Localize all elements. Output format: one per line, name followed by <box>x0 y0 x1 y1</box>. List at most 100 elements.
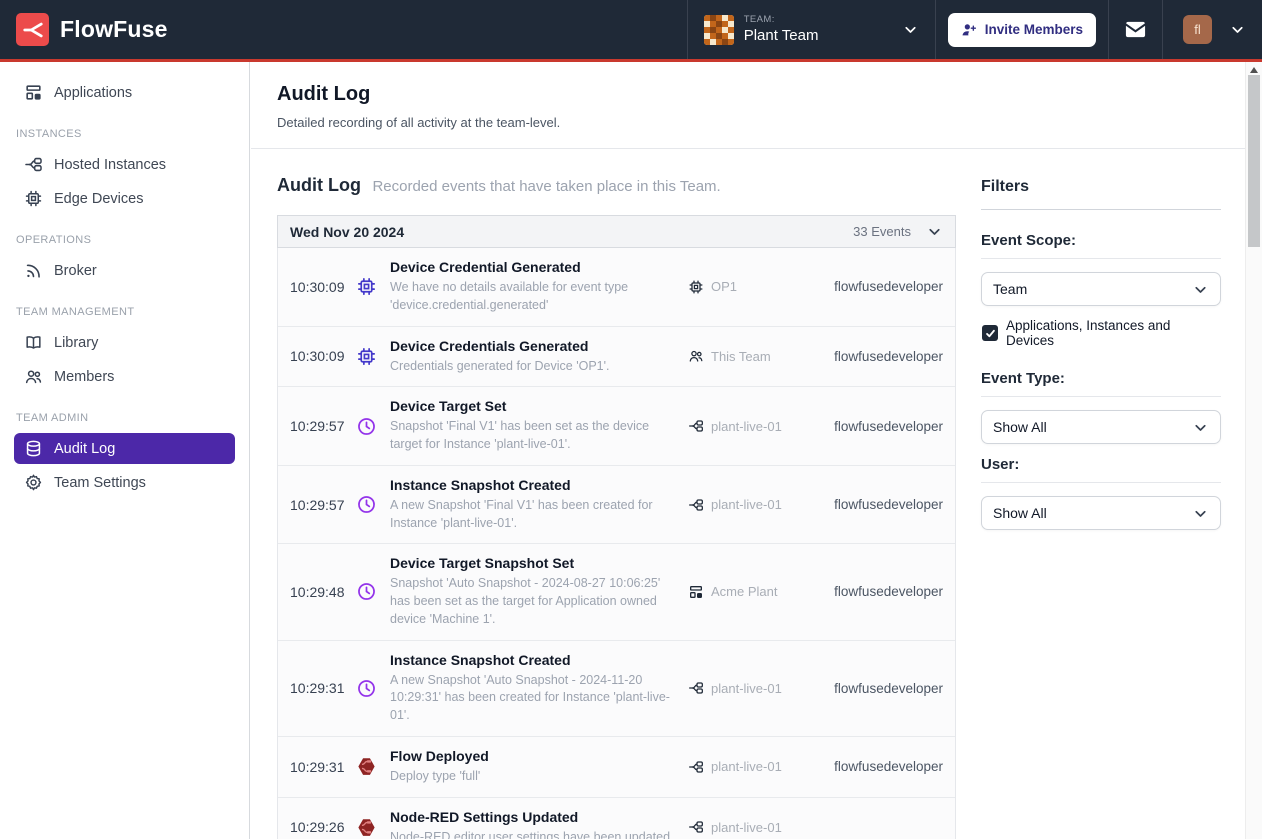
notifications-button[interactable] <box>1108 0 1162 59</box>
event-scope-label: plant-live-01 <box>711 497 782 512</box>
avatar: fl <box>1183 15 1212 44</box>
event-description: Snapshot 'Final V1' has been set as the … <box>390 418 676 454</box>
event-time: 10:29:57 <box>290 418 356 434</box>
sidebar-item-label: Team Settings <box>54 475 146 491</box>
event-description: Credentials generated for Device 'OP1'. <box>390 358 676 376</box>
page-header: Audit Log Detailed recording of all acti… <box>251 62 1245 149</box>
event-title: Instance Snapshot Created <box>390 477 676 493</box>
event-scope-label: This Team <box>711 349 771 364</box>
event-scope-label: plant-live-01 <box>711 759 782 774</box>
sidebar-item-audit-log[interactable]: Audit Log <box>14 433 235 464</box>
event-type-select[interactable]: Show All <box>981 410 1221 444</box>
sidebar-item-members[interactable]: Members <box>14 361 235 392</box>
envelope-icon <box>1124 18 1147 41</box>
user-menu[interactable]: fl <box>1162 0 1262 59</box>
sidebar-section-heading: OPERATIONS <box>16 234 233 246</box>
audit-event-row: 10:30:09Device Credentials GeneratedCred… <box>278 327 955 388</box>
event-time: 10:29:48 <box>290 584 356 600</box>
navbar-right: TEAM: Plant Team Invite Members fl <box>687 0 1262 59</box>
chevron-down-icon <box>902 21 919 38</box>
instance-icon <box>688 759 704 775</box>
nodered-event-icon <box>356 817 390 838</box>
event-title: Device Target Set <box>390 398 676 414</box>
event-time: 10:29:31 <box>290 759 356 775</box>
event-time: 10:29:26 <box>290 819 356 835</box>
gear-icon <box>24 473 43 492</box>
instance-icon <box>688 418 704 434</box>
book-icon <box>24 333 43 352</box>
event-scope: plant-live-01 <box>688 759 834 775</box>
checkbox-label: Applications, Instances and Devices <box>1006 318 1221 348</box>
event-title: Device Target Snapshot Set <box>390 555 676 571</box>
chevron-down-icon <box>1229 21 1246 38</box>
audit-event-row: 10:30:09Device Credential GeneratedWe ha… <box>278 248 955 327</box>
event-scope-label: Acme Plant <box>711 584 777 599</box>
template-icon <box>24 83 43 102</box>
audit-event-row: 10:29:26Node-RED Settings UpdatedNode-RE… <box>278 798 955 839</box>
audit-event-row: 10:29:31Instance Snapshot CreatedA new S… <box>278 641 955 737</box>
vertical-scrollbar[interactable] <box>1245 62 1262 839</box>
clock-event-icon <box>356 494 390 515</box>
sidebar-item-edge-devices[interactable]: Edge Devices <box>14 183 235 214</box>
chip-event-icon <box>356 276 390 297</box>
audit-event-row: 10:29:57Instance Snapshot CreatedA new S… <box>278 466 955 545</box>
sidebar-item-applications[interactable]: Applications <box>14 77 235 108</box>
sidebar-item-team-settings[interactable]: Team Settings <box>14 467 235 498</box>
invite-members-button[interactable]: Invite Members <box>948 13 1096 47</box>
checkbox-checked-icon[interactable] <box>982 325 998 341</box>
sidebar-item-hosted-instances[interactable]: Hosted Instances <box>14 149 235 180</box>
event-user: flowfusedeveloper <box>834 279 943 294</box>
instance-icon <box>688 819 704 835</box>
broker-icon <box>24 261 43 280</box>
event-user: flowfusedeveloper <box>834 497 943 512</box>
group-date: Wed Nov 20 2024 <box>290 224 404 240</box>
audit-log-panel: Audit Log Recorded events that have take… <box>277 175 956 839</box>
event-user: flowfusedeveloper <box>834 419 943 434</box>
team-name: Plant Team <box>744 26 892 46</box>
sidebar-item-library[interactable]: Library <box>14 327 235 358</box>
sidebar-item-label: Edge Devices <box>54 191 143 207</box>
users-icon <box>24 367 43 386</box>
flowfuse-logo-icon <box>16 13 49 46</box>
sidebar-item-broker[interactable]: Broker <box>14 255 235 286</box>
filters-title: Filters <box>981 178 1221 210</box>
audit-event-row: 10:29:31Flow DeployedDeploy type 'full'p… <box>278 737 955 798</box>
instance-icon <box>688 680 704 696</box>
event-scope-label: plant-live-01 <box>711 681 782 696</box>
team-selector[interactable]: TEAM: Plant Team <box>687 0 935 59</box>
scroll-up-arrow-icon[interactable] <box>1250 67 1258 73</box>
event-scope-label: plant-live-01 <box>711 820 782 835</box>
sidebar-section-heading: TEAM MANAGEMENT <box>16 306 233 318</box>
audit-event-row: 10:29:48 Device Target Snapshot Set Snapsh… <box>278 544 955 640</box>
event-scope-select[interactable]: Team <box>981 272 1221 306</box>
event-user: flowfusedeveloper <box>834 681 943 696</box>
event-title: Instance Snapshot Created <box>390 652 676 668</box>
event-user: flowfusedeveloper <box>834 349 943 364</box>
user-filter-select[interactable]: Show All <box>981 496 1221 530</box>
clock-event-icon <box>356 416 390 437</box>
main-content: Audit Log Detailed recording of all acti… <box>251 62 1245 839</box>
sidebar: ApplicationsINSTANCESHosted InstancesEdg… <box>0 62 250 839</box>
sidebar-item-label: Library <box>54 335 98 351</box>
event-time: 10:30:09 <box>290 279 356 295</box>
include-children-checkbox-row[interactable]: Applications, Instances and Devices <box>982 318 1221 348</box>
instance-icon <box>24 155 43 174</box>
event-scope: plant-live-01 <box>688 680 834 696</box>
sidebar-section-heading: TEAM ADMIN <box>16 412 233 424</box>
sidebar-item-label: Broker <box>54 263 97 279</box>
event-user: flowfusedeveloper <box>834 759 943 774</box>
team-label: TEAM: <box>744 14 892 26</box>
event-type-label: Event Type: <box>981 370 1221 397</box>
section-subtitle: Recorded events that have taken place in… <box>372 178 720 195</box>
event-description: Deploy type 'full' <box>390 768 676 786</box>
team-avatar <box>704 15 734 45</box>
scrollbar-thumb[interactable] <box>1248 75 1260 247</box>
event-scope-label: Event Scope: <box>981 232 1221 259</box>
sidebar-item-label: Audit Log <box>54 441 115 457</box>
chevron-down-icon <box>926 223 943 240</box>
date-group-header[interactable]: Wed Nov 20 2024 33 Events <box>277 215 956 248</box>
event-description: Snapshot 'Auto Snapshot - 2024-08-27 10:… <box>390 575 676 628</box>
event-time: 10:29:31 <box>290 680 356 696</box>
event-scope: This Team <box>688 348 834 364</box>
brand-logo[interactable]: FlowFuse <box>0 0 168 59</box>
